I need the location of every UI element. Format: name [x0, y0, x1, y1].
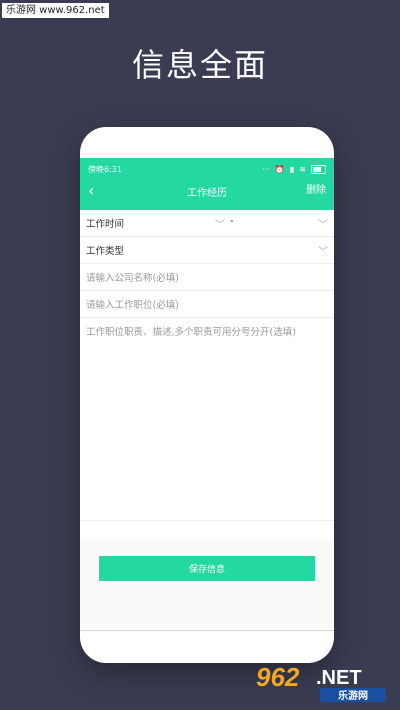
position-input[interactable]: 请输入工作职位(必填) — [80, 291, 334, 318]
nav-row: ‹ 工作经历 删除 — [80, 180, 334, 202]
status-time: 傍晚6:31 — [88, 164, 122, 174]
more-icon: ··· — [262, 164, 270, 174]
chevron-left-icon[interactable]: ‹ — [88, 180, 94, 202]
status-icons: ··· ⏰ ▮ ≋ — [262, 164, 326, 174]
chevron-down-icon[interactable]: ﹀ — [318, 216, 328, 231]
watermark-top: 乐游网 www.962.net — [2, 3, 109, 18]
logo-suffix: .NET — [316, 667, 362, 689]
work-time-row[interactable]: 工作时间 ﹀ - ﹀ — [80, 210, 334, 237]
work-time-separator: - — [230, 216, 234, 227]
work-time-label: 工作时间 — [86, 219, 125, 230]
work-type-label: 工作类型 — [86, 246, 125, 257]
status-bar: 傍晚6:31 ··· ⏰ ▮ ≋ — [88, 162, 326, 176]
battery-icon — [311, 164, 326, 174]
work-type-row[interactable]: 工作类型 ﹀ — [80, 237, 334, 264]
wifi-icon: ≋ — [299, 164, 306, 174]
description-placeholder: 工作职位职责、描述,多个职责可用分号分开(选填) — [86, 327, 296, 338]
alarm-icon: ⏰ — [274, 164, 285, 174]
headline: 信息全面 — [131, 46, 268, 84]
logo-tagline: 乐游网 — [338, 689, 368, 702]
phone-frame: 傍晚6:31 ··· ⏰ ▮ ≋ ‹ 工作经历 删除 工作时间 ﹀ - ﹀ 工作… — [80, 127, 334, 663]
description-textarea[interactable]: 工作职位职责、描述,多个职责可用分号分开(选填) — [80, 318, 334, 521]
logo-number: 962 — [256, 662, 300, 692]
work-form: 工作时间 ﹀ - ﹀ 工作类型 ﹀ 请输入公司名称(必填) 请输入工作职位(必填… — [80, 210, 334, 521]
signal-icon: ▮ — [289, 164, 295, 174]
company-input[interactable]: 请输入公司名称(必填) — [80, 264, 334, 291]
delete-button[interactable]: 删除 — [306, 180, 326, 202]
chevron-down-icon[interactable]: ﹀ — [318, 243, 328, 258]
chevron-down-icon[interactable]: ﹀ — [215, 216, 225, 231]
save-button[interactable]: 保存信息 — [99, 556, 315, 581]
bottom-divider — [80, 630, 334, 631]
page-title: 工作经历 — [187, 187, 227, 199]
company-placeholder: 请输入公司名称(必填) — [86, 273, 179, 284]
position-placeholder: 请输入工作职位(必填) — [86, 300, 179, 311]
save-area: 保存信息 — [80, 539, 334, 629]
app-bar: 傍晚6:31 ··· ⏰ ▮ ≋ ‹ 工作经历 删除 — [80, 158, 334, 210]
site-logo: 962 .NET 乐游网 — [256, 662, 386, 702]
